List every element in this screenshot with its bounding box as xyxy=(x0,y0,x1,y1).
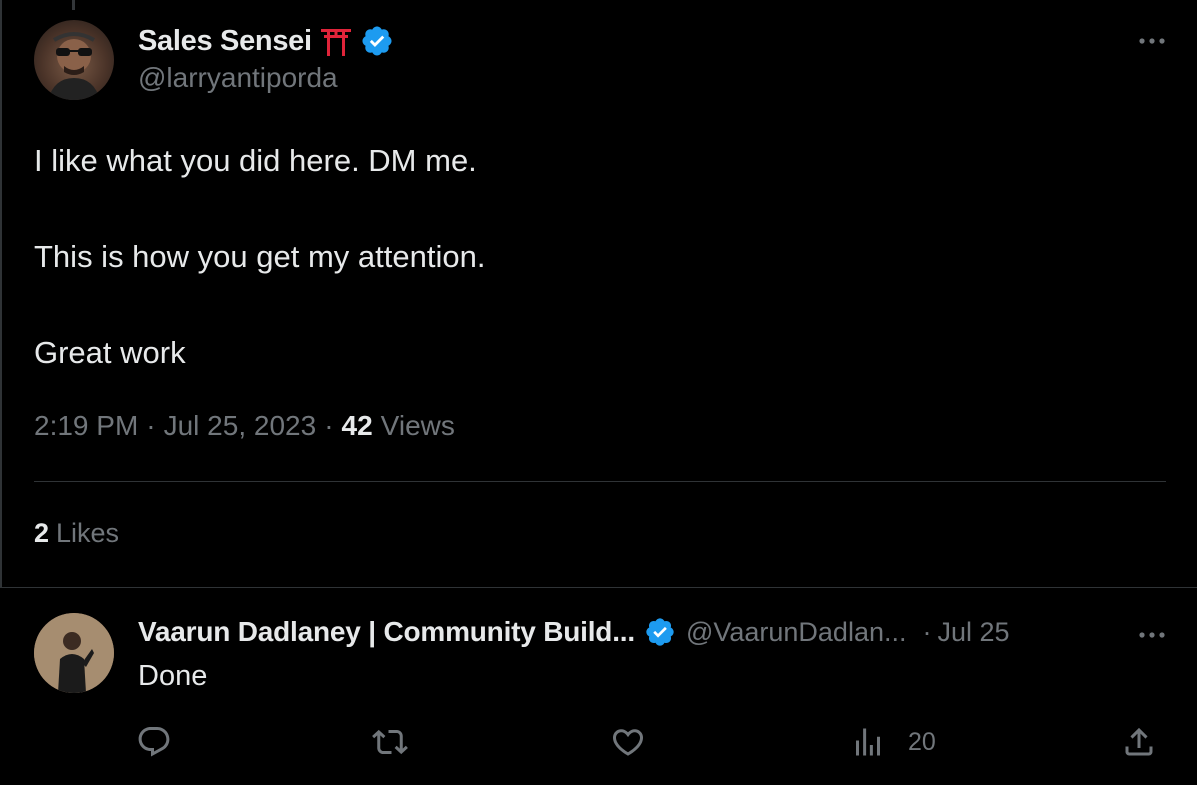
meta-separator: · xyxy=(324,410,334,441)
divider xyxy=(0,587,1197,588)
reply-header: Vaarun Dadlaney | Community Build... @Va… xyxy=(138,614,1010,650)
like-button[interactable] xyxy=(610,724,646,760)
main-tweet: Sales Sensei @larryantiporda I like what… xyxy=(0,0,1197,588)
retweet-icon xyxy=(372,729,408,755)
tweet-meta: 2:19 PM · Jul 25, 2023 · 42 Views xyxy=(34,410,455,442)
views-count: 20 xyxy=(908,727,936,756)
views-label: Views xyxy=(380,410,455,441)
views-button[interactable]: 20 xyxy=(850,724,936,760)
reply-text: Done xyxy=(138,660,208,692)
avatar[interactable] xyxy=(34,20,114,100)
reply-date[interactable]: Jul 25 xyxy=(938,617,1010,648)
views-icon xyxy=(856,728,880,756)
verified-badge-icon[interactable] xyxy=(644,616,676,648)
tweet-time[interactable]: 2:19 PM xyxy=(34,410,138,442)
avatar-image xyxy=(48,32,100,100)
avatar-image xyxy=(34,613,114,693)
tweet-date[interactable]: Jul 25, 2023 xyxy=(164,410,317,442)
torii-gate-icon xyxy=(320,26,352,56)
tweet-text-line: I like what you did here. DM me. xyxy=(34,143,477,178)
divider xyxy=(34,481,1166,482)
meta-separator: · xyxy=(146,410,156,441)
more-options-icon[interactable] xyxy=(1134,23,1170,59)
name-row: Sales Sensei xyxy=(138,24,394,58)
more-options-icon[interactable] xyxy=(1134,617,1170,653)
reply-display-name[interactable]: Vaarun Dadlaney | Community Build... xyxy=(138,616,635,648)
reply-button[interactable] xyxy=(136,724,172,760)
author-handle[interactable]: @larryantiporda xyxy=(138,62,394,94)
meta-separator: · xyxy=(922,616,932,647)
views-count: 42 xyxy=(341,410,373,441)
share-icon xyxy=(1125,727,1153,756)
likes-label: Likes xyxy=(56,518,120,548)
retweet-button[interactable] xyxy=(372,724,408,760)
author-display-name[interactable]: Sales Sensei xyxy=(138,25,312,58)
reply-handle[interactable]: @VaarunDadlan... xyxy=(686,617,907,648)
share-button[interactable] xyxy=(1121,724,1157,760)
reply-icon xyxy=(138,727,170,757)
verified-badge-icon[interactable] xyxy=(360,24,394,58)
heart-icon xyxy=(612,729,644,756)
likes-link[interactable]: 2 Likes xyxy=(34,518,119,549)
author-block: Sales Sensei @larryantiporda xyxy=(138,24,394,94)
likes-count: 2 xyxy=(34,518,50,548)
tweet-text-line: This is how you get my attention. xyxy=(34,239,486,274)
tweet-text-line: Great work xyxy=(34,335,186,370)
reply-avatar[interactable] xyxy=(34,613,114,693)
tweet-thread: Sales Sensei @larryantiporda I like what… xyxy=(0,0,1197,785)
